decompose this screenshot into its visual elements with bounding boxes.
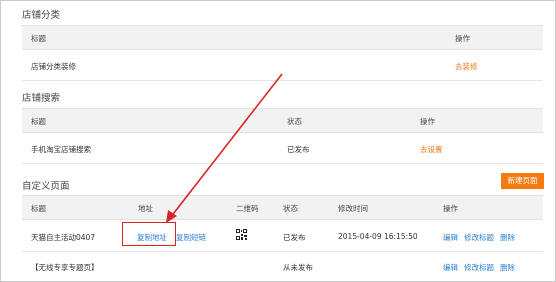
annotation-arrow-line [169,73,283,219]
annotation-arrow [166,73,283,223]
